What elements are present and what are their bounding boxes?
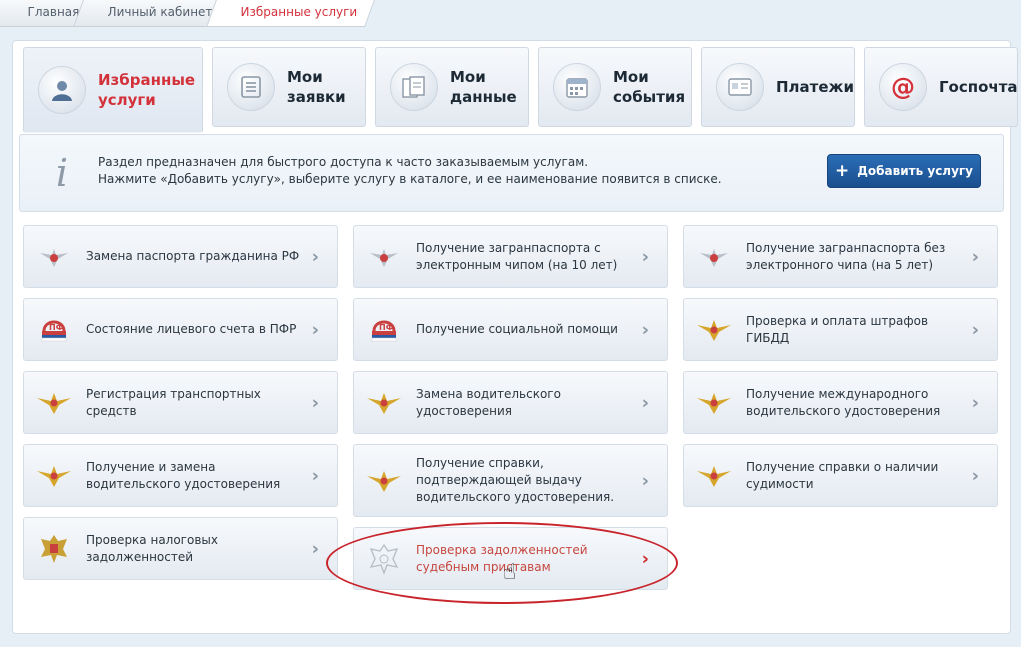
chevron-right-icon: › — [971, 319, 979, 340]
service-label: Замена водительского удостоверения — [416, 386, 561, 418]
svg-text:ПФ: ПФ — [49, 323, 64, 332]
service-card[interactable]: Получение загранпаспорта с электронным ч… — [353, 225, 668, 288]
service-card[interactable]: Получение и замена водительского удостов… — [23, 444, 338, 507]
service-label: Состояние лицевого счета в ПФР — [86, 322, 297, 336]
add-service-label: Добавить услугу — [857, 164, 974, 178]
info-box: i Раздел предназначен для быстрого досту… — [19, 134, 1004, 212]
chevron-right-icon: › — [641, 392, 649, 413]
service-card[interactable]: Получение справки, подтверждающей выдачу… — [353, 444, 668, 517]
highlight-ellipse — [326, 522, 678, 604]
info-line-1: Раздел предназначен для быстрого доступа… — [98, 155, 589, 169]
chevron-right-icon: › — [971, 465, 979, 486]
chevron-right-icon: › — [641, 246, 649, 267]
service-label: Получение социальной помощи — [416, 322, 618, 336]
mvd-emblem-icon — [696, 385, 732, 421]
service-label: Замена паспорта гражданина РФ — [86, 249, 300, 263]
service-label: Проверка и оплата штрафов ГИБДД — [746, 313, 929, 345]
pfr-logo-icon: ПФ — [36, 312, 72, 348]
chevron-right-icon: › — [971, 246, 979, 267]
service-card[interactable]: Замена паспорта гражданина РФ › — [23, 225, 338, 288]
grid-spacer — [683, 527, 998, 590]
breadcrumb: Главная Личный кабинет Избранные услуги — [0, 0, 375, 27]
tab-bar: Избранные услуги Мои заявки Мои данные М… — [23, 47, 1021, 133]
service-card[interactable]: Проверка налоговых задолженностей › — [23, 517, 338, 580]
service-label: Проверка налоговых задолженностей — [86, 532, 218, 564]
card-icon — [716, 63, 764, 111]
service-card[interactable]: Получение загранпаспорта без электронног… — [683, 225, 998, 288]
add-service-button[interactable]: + Добавить услугу — [827, 154, 981, 188]
breadcrumb-current: Избранные услуги — [205, 0, 375, 27]
info-line-2: Нажмите «Добавить услугу», выберите услу… — [98, 172, 722, 186]
service-card[interactable]: Получение справки о наличии судимости › — [683, 444, 998, 507]
list-icon — [227, 63, 275, 111]
service-card[interactable]: ПФ Получение социальной помощи › — [353, 298, 668, 361]
hand-cursor-icon: ☝ — [503, 560, 517, 585]
chevron-right-icon: › — [311, 465, 319, 486]
chevron-right-icon: › — [641, 470, 649, 491]
fms-emblem-icon — [36, 239, 72, 275]
chevron-right-icon: › — [641, 319, 649, 340]
calendar-icon — [553, 63, 601, 111]
tab-events[interactable]: Мои события — [538, 47, 692, 127]
service-label: Получение загранпаспорта без электронног… — [746, 240, 946, 272]
tab-label: Мои данные — [450, 68, 517, 106]
service-card[interactable]: Получение международного водительского у… — [683, 371, 998, 434]
plus-icon: + — [834, 161, 850, 181]
tab-label: Мои события — [613, 68, 686, 106]
tab-label: Платежи — [776, 78, 854, 96]
mvd-emblem-icon — [696, 458, 732, 494]
chevron-right-icon: › — [311, 319, 319, 340]
info-text: Раздел предназначен для быстрого доступа… — [98, 154, 722, 188]
tab-payments[interactable]: Платежи — [701, 47, 855, 127]
service-card[interactable]: Проверка и оплата штрафов ГИБДД › — [683, 298, 998, 361]
service-card[interactable]: Регистрация транспортных средств › — [23, 371, 338, 434]
service-label: Регистрация транспортных средств — [86, 386, 261, 418]
mvd-emblem-icon — [366, 463, 402, 499]
tab-label: Избранные услуги — [98, 71, 196, 109]
service-label: Получение справки, подтверждающей выдачу… — [416, 456, 615, 504]
chevron-right-icon: › — [311, 392, 319, 413]
tab-label: Госпочта — [939, 78, 1018, 96]
service-label: Получение и замена водительского удостов… — [86, 459, 281, 491]
tab-label: Мои заявки — [287, 68, 346, 106]
fms-emblem-icon — [366, 239, 402, 275]
chevron-right-icon: › — [311, 538, 319, 559]
mvd-emblem-icon — [366, 385, 402, 421]
service-label: Получение международного водительского у… — [746, 386, 941, 418]
fms-emblem-icon — [696, 239, 732, 275]
user-icon — [38, 66, 86, 114]
service-card[interactable]: ПФ Состояние лицевого счета в ПФР › — [23, 298, 338, 361]
breadcrumb-cabinet[interactable]: Личный кабинет — [72, 0, 230, 27]
tab-favorites[interactable]: Избранные услуги — [23, 47, 203, 133]
svg-text:ПФ: ПФ — [379, 323, 394, 332]
mvd-emblem-icon — [696, 312, 732, 348]
info-icon: i — [55, 151, 69, 195]
at-icon: @ — [879, 63, 927, 111]
service-card[interactable]: Замена водительского удостоверения › — [353, 371, 668, 434]
service-label: Получение загранпаспорта с электронным ч… — [416, 240, 618, 272]
service-label: Получение справки о наличии судимости — [746, 459, 939, 491]
tab-gosmail[interactable]: @ Госпочта — [864, 47, 1018, 127]
mvd-emblem-icon — [36, 385, 72, 421]
chevron-right-icon: › — [311, 246, 319, 267]
tab-my-data[interactable]: Мои данные — [375, 47, 529, 127]
mvd-emblem-icon — [36, 458, 72, 494]
fns-eagle-icon — [36, 531, 72, 567]
chevron-right-icon: › — [971, 392, 979, 413]
pfr-logo-icon: ПФ — [366, 312, 402, 348]
tab-requests[interactable]: Мои заявки — [212, 47, 366, 127]
documents-icon — [390, 63, 438, 111]
